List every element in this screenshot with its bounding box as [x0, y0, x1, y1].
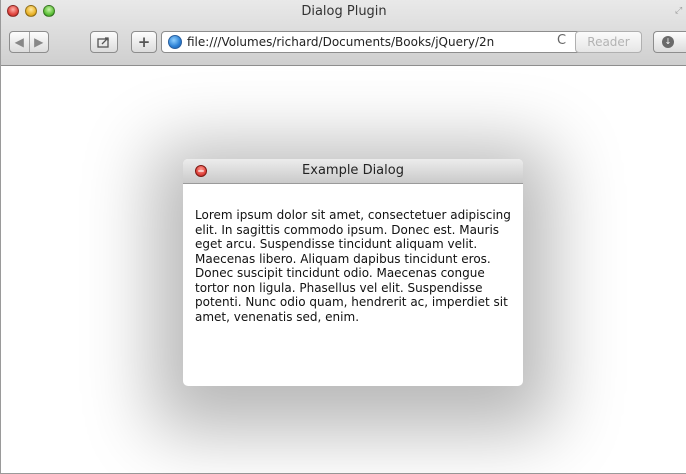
forward-arrow-icon: ▶: [34, 35, 44, 49]
back-button[interactable]: ◀: [10, 32, 29, 52]
dialog-body-text: Lorem ipsum dolor sit amet, consectetuer…: [195, 208, 511, 324]
download-icon: ↓: [662, 36, 674, 48]
back-arrow-icon: ◀: [14, 35, 24, 49]
downloads-button[interactable]: ↓: [653, 31, 686, 53]
example-dialog: Example Dialog Lorem ipsum dolor sit ame…: [183, 159, 523, 386]
browser-chrome: Dialog Plugin ⤢ ◀ ▶ + file:///Volumes/ri…: [1, 0, 686, 66]
back-forward-control: ◀ ▶: [9, 31, 49, 53]
globe-icon: [168, 35, 182, 49]
share-icon: [97, 37, 109, 48]
dialog-title: Example Dialog: [302, 163, 404, 178]
add-bookmark-button[interactable]: +: [131, 31, 157, 53]
page-content: Example Dialog Lorem ipsum dolor sit ame…: [2, 66, 686, 473]
toolbar: ◀ ▶ + file:///Volumes/richard/Documents/…: [1, 31, 686, 57]
window-title: Dialog Plugin: [301, 4, 387, 19]
address-bar[interactable]: file:///Volumes/richard/Documents/Books/…: [161, 31, 581, 53]
browser-window: Dialog Plugin ⤢ ◀ ▶ + file:///Volumes/ri…: [0, 0, 686, 474]
share-button[interactable]: [90, 31, 118, 53]
reload-icon[interactable]: C: [557, 33, 566, 48]
reader-button[interactable]: Reader: [575, 31, 642, 53]
url-text[interactable]: file:///Volumes/richard/Documents/Books/…: [187, 35, 547, 49]
forward-button[interactable]: ▶: [28, 32, 49, 52]
dialog-titlebar[interactable]: Example Dialog: [183, 159, 523, 184]
fullscreen-icon[interactable]: ⤢: [675, 6, 685, 16]
